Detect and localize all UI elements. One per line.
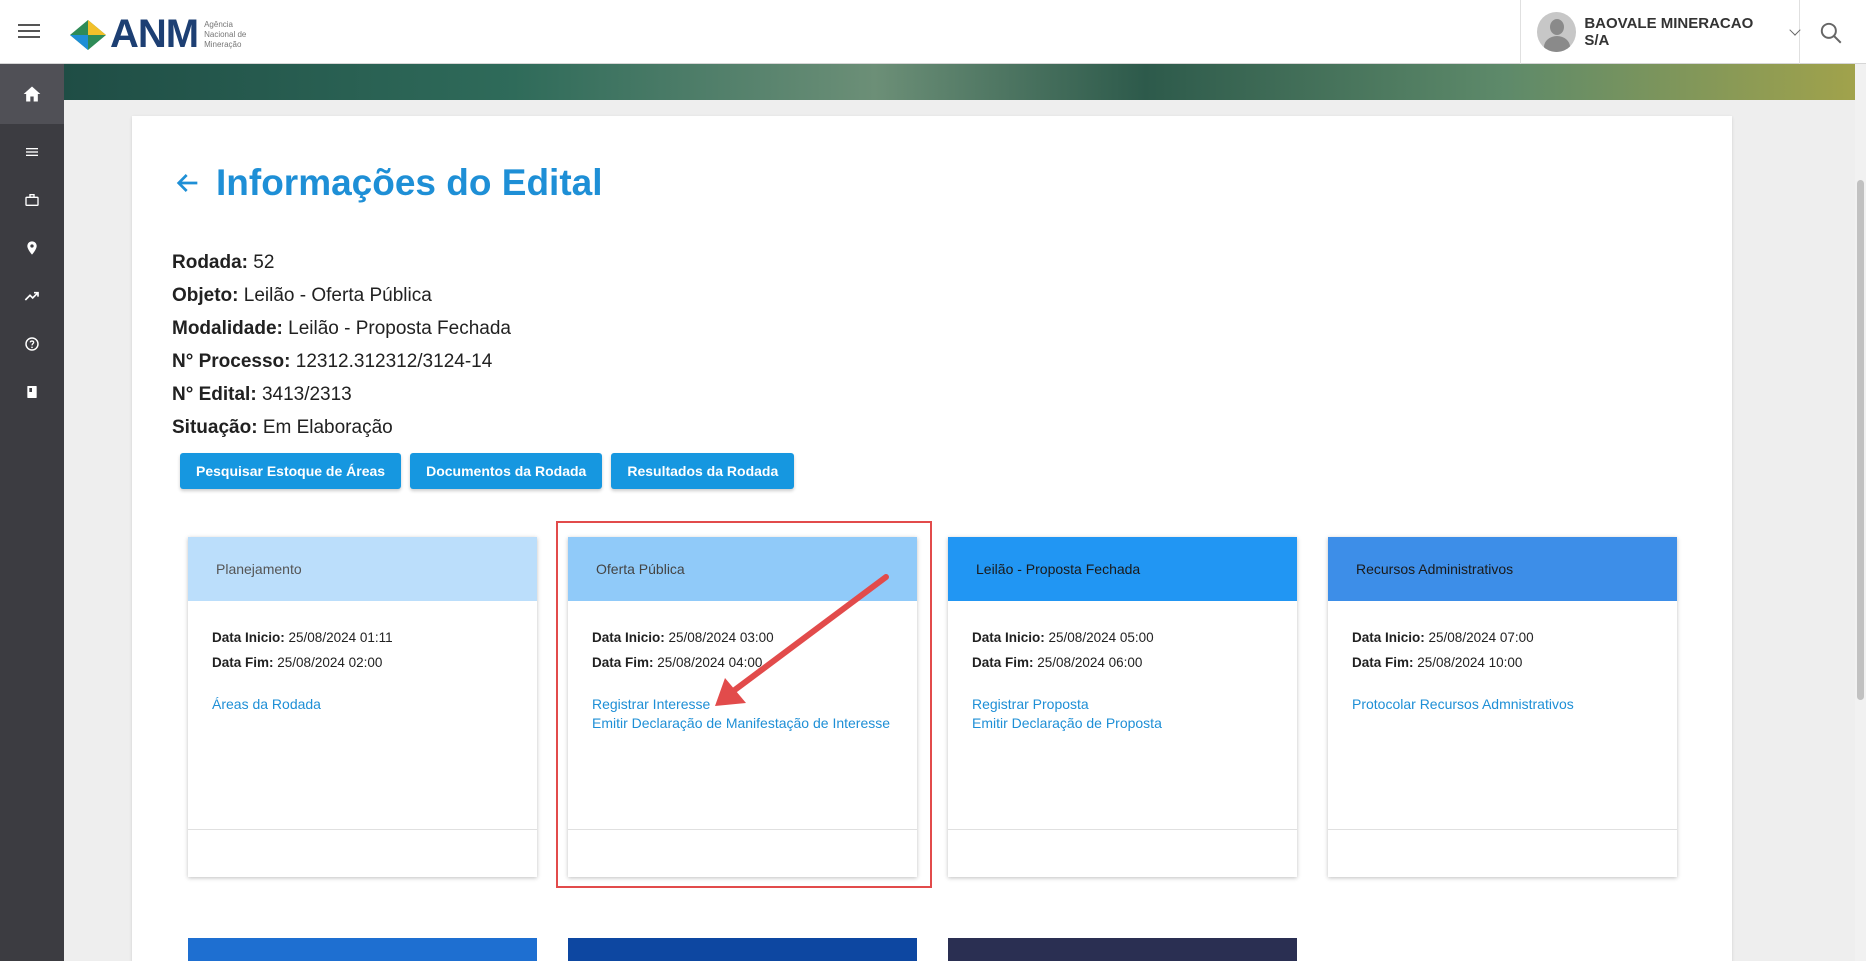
info-modalidade: Modalidade: Leilão - Proposta Fechada — [172, 312, 511, 345]
date-value: 25/08/2024 02:00 — [277, 655, 383, 670]
trending-icon — [24, 291, 39, 301]
location-icon — [27, 241, 37, 255]
briefcase-icon — [25, 194, 39, 206]
user-menu[interactable]: BAOVALE MINERACAO S/A — [1520, 0, 1801, 64]
phase-header: Leilão - Proposta Fechada — [948, 537, 1297, 601]
date-label: Data Inicio: — [972, 630, 1045, 645]
info-label: Objeto: — [172, 285, 239, 306]
date-value: 25/08/2024 01:11 — [288, 630, 393, 645]
back-arrow-icon[interactable] — [172, 167, 204, 199]
info-label: Modalidade: — [172, 318, 283, 339]
phase-card-leilao-proposta: Leilão - Proposta Fechada Data Inicio: 2… — [948, 537, 1297, 877]
edital-info: Rodada: 52 Objeto: Leilão - Oferta Públi… — [172, 246, 511, 444]
date-value: 25/08/2024 06:00 — [1037, 655, 1143, 670]
sidebar-item-help[interactable] — [0, 320, 64, 368]
phase-card-next[interactable] — [188, 938, 537, 961]
date-value: 25/08/2024 05:00 — [1048, 630, 1154, 645]
phase-body: Data Inicio: 25/08/2024 07:00 Data Fim: … — [1328, 601, 1677, 714]
hamburger-menu-icon[interactable] — [18, 20, 40, 44]
user-name: BAOVALE MINERACAO S/A — [1584, 15, 1754, 49]
sidebar-item-location[interactable] — [0, 224, 64, 272]
emitir-declaracao-proposta-link[interactable]: Emitir Declaração de Proposta — [972, 714, 1273, 733]
home-icon — [23, 86, 41, 102]
sidebar-item-menu[interactable] — [0, 128, 64, 176]
scrollbar-thumb[interactable] — [1857, 180, 1864, 700]
areas-rodada-link[interactable]: Áreas da Rodada — [212, 695, 513, 714]
chevron-down-icon — [1789, 24, 1801, 36]
sidebar-item-briefcase[interactable] — [0, 176, 64, 224]
info-edital: N° Edital: 3413/2313 — [172, 378, 511, 411]
phase-card-recursos: Recursos Administrativos Data Inicio: 25… — [1328, 537, 1677, 877]
documentos-rodada-button[interactable]: Documentos da Rodada — [410, 453, 603, 489]
phase-body: Data Inicio: 25/08/2024 05:00 Data Fim: … — [948, 601, 1297, 733]
logo-text: ANM — [110, 12, 199, 56]
menu-icon — [26, 148, 38, 156]
phase-header: Recursos Administrativos — [1328, 537, 1677, 601]
anm-logo[interactable]: ANM Agência Nacional de Mineração — [70, 12, 264, 57]
phase-title: Recursos Administrativos — [1356, 561, 1514, 577]
info-processo: N° Processo: 12312.312312/3124-14 — [172, 345, 511, 378]
phase-end-date: Data Fim: 25/08/2024 10:00 — [1352, 650, 1653, 675]
info-value: 52 — [253, 252, 275, 273]
phase-start-date: Data Inicio: 25/08/2024 05:00 — [972, 625, 1273, 650]
info-rodada: Rodada: 52 — [172, 246, 511, 279]
info-label: Situação: — [172, 417, 258, 438]
resultados-rodada-button[interactable]: Resultados da Rodada — [611, 453, 795, 489]
info-label: N° Processo: — [172, 351, 291, 372]
protocolar-recursos-link[interactable]: Protocolar Recursos Admnistrativos — [1352, 695, 1653, 714]
page-title: Informações do Edital — [216, 162, 603, 203]
search-icon[interactable] — [1818, 20, 1844, 46]
phase-header: Planejamento — [188, 537, 537, 601]
phase-card-planejamento: Planejamento Data Inicio: 25/08/2024 01:… — [188, 537, 537, 877]
phase-end-date: Data Fim: 25/08/2024 06:00 — [972, 650, 1273, 675]
info-label: N° Edital: — [172, 384, 257, 405]
phase-start-date: Data Inicio: 25/08/2024 07:00 — [1352, 625, 1653, 650]
sidebar-item-trending[interactable] — [0, 272, 64, 320]
action-buttons: Pesquisar Estoque de Áreas Documentos da… — [180, 453, 795, 489]
date-value: 25/08/2024 10:00 — [1417, 655, 1523, 670]
top-bar: ANM Agência Nacional de Mineração BAOVAL… — [0, 0, 1866, 64]
sidebar-item-home[interactable] — [0, 64, 64, 124]
date-label: Data Fim: — [972, 655, 1034, 670]
phase-footer — [1328, 829, 1677, 877]
date-label: Data Inicio: — [212, 630, 285, 645]
info-objeto: Objeto: Leilão - Oferta Pública — [172, 279, 511, 312]
phase-card-next[interactable] — [948, 938, 1297, 961]
sidebar-item-book[interactable] — [0, 368, 64, 416]
page-header: Informações do Edital — [172, 162, 603, 204]
date-value: 25/08/2024 07:00 — [1428, 630, 1534, 645]
info-label: Rodada: — [172, 252, 248, 273]
phase-body: Data Inicio: 25/08/2024 01:11 Data Fim: … — [188, 601, 537, 714]
phase-card-next[interactable] — [568, 938, 917, 961]
date-label: Data Fim: — [212, 655, 274, 670]
phase-end-date: Data Fim: 25/08/2024 02:00 — [212, 650, 513, 675]
phase-footer — [948, 829, 1297, 877]
date-label: Data Inicio: — [1352, 630, 1425, 645]
header-banner-image — [64, 64, 1866, 100]
book-icon — [27, 386, 37, 398]
logo-diamond-icon — [70, 19, 106, 50]
info-value: 3413/2313 — [261, 384, 352, 405]
phase-title: Planejamento — [216, 561, 302, 577]
info-value: Em Elaboração — [262, 417, 393, 438]
info-value: Leilão - Proposta Fechada — [288, 318, 511, 339]
logo-subtitle: Agência Nacional de Mineração — [204, 19, 247, 49]
phase-footer — [188, 829, 537, 877]
registrar-proposta-link[interactable]: Registrar Proposta — [972, 695, 1273, 714]
info-value: 12312.312312/3124-14 — [295, 351, 493, 372]
avatar — [1537, 12, 1577, 52]
annotation-arrow-icon — [715, 574, 889, 706]
help-icon — [25, 337, 39, 351]
phase-title: Leilão - Proposta Fechada — [976, 561, 1141, 577]
sidebar — [0, 64, 64, 961]
info-value: Leilão - Oferta Pública — [243, 285, 432, 306]
date-label: Data Fim: — [1352, 655, 1414, 670]
pesquisar-estoque-button[interactable]: Pesquisar Estoque de Áreas — [180, 453, 402, 489]
phase-start-date: Data Inicio: 25/08/2024 01:11 — [212, 625, 513, 650]
info-situacao: Situação: Em Elaboração — [172, 411, 511, 444]
